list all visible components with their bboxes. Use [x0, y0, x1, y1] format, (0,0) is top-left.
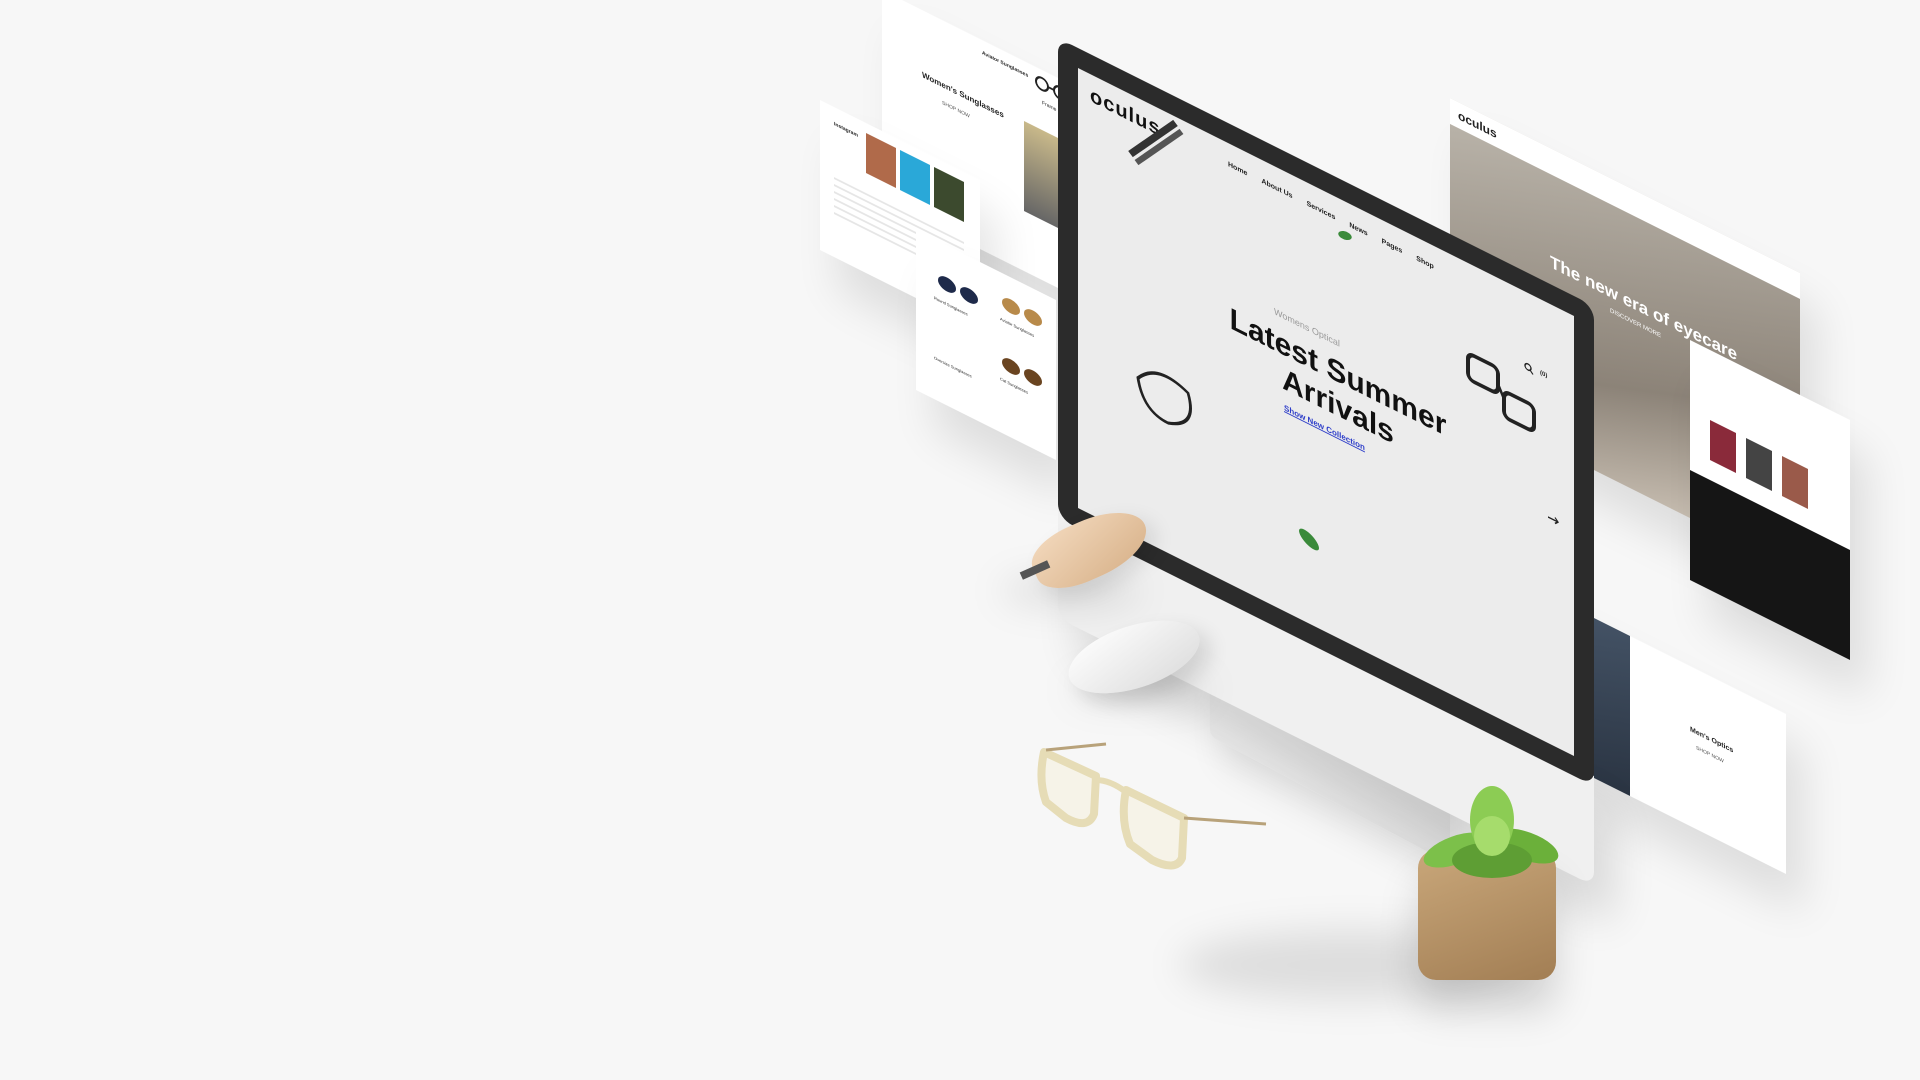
- glasses-decoration-left-icon: [1136, 371, 1192, 426]
- menu-item-shop[interactable]: Shop: [1416, 255, 1434, 271]
- frame-caption: Frame: [1042, 100, 1057, 114]
- menu-item-about[interactable]: About Us: [1261, 178, 1292, 201]
- menu-item-services[interactable]: Services: [1307, 200, 1336, 221]
- aviator-sunglasses-icon: [1002, 298, 1042, 326]
- menu-item-home[interactable]: Home: [1228, 161, 1247, 178]
- instagram-photo-1: [866, 133, 896, 188]
- menu-item-news[interactable]: News: [1349, 222, 1367, 238]
- succulent-plant-icon: [1423, 786, 1559, 878]
- eyeglasses-icon: [1037, 742, 1267, 870]
- next-arrow-icon[interactable]: [1548, 513, 1560, 527]
- product-caption-4: Oversize Sunglasses: [934, 355, 972, 379]
- instagram-photo-3: [934, 167, 964, 222]
- hero-title: Latest Summer Arrivals: [1218, 296, 1458, 484]
- aviator-caption: Aviator Sunglasses: [982, 50, 1029, 80]
- cat-sunglasses-icon: [1002, 358, 1042, 386]
- instagram-heading: Instagram: [834, 121, 858, 139]
- team-photo-2: [1746, 438, 1772, 491]
- team-section-card: [1690, 340, 1850, 660]
- women-sunglasses-link[interactable]: SHOP NOW: [942, 100, 970, 120]
- team-photo-1: [1710, 420, 1736, 473]
- menu-item-pages[interactable]: Pages: [1382, 238, 1403, 255]
- site-navbar: oculus Home About Us Services News Pages…: [1078, 68, 1574, 362]
- dark-footer-section: [1690, 470, 1850, 660]
- glasses-decoration-right-icon: [1466, 353, 1536, 432]
- leaf-decoration-2: [1296, 525, 1322, 554]
- instagram-photo-2: [900, 150, 930, 205]
- isometric-scene: Women's Sunglasses SHOP NOW Aviator Sung…: [0, 0, 1920, 1080]
- team-photo-3: [1782, 456, 1808, 509]
